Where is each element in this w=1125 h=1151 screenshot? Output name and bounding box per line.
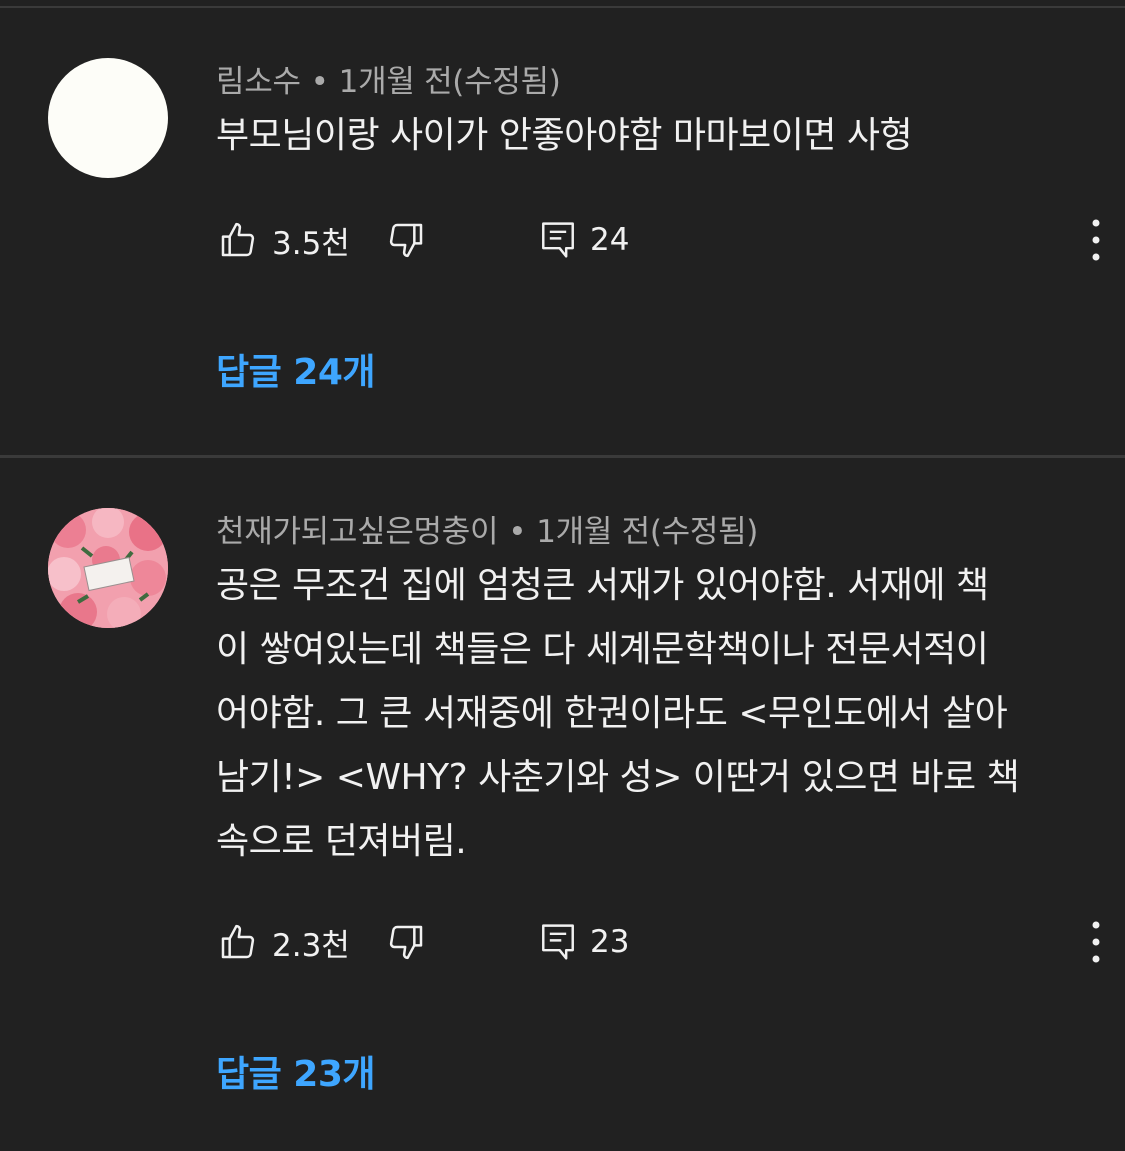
comment-text: 공은 무조건 집에 엄청큰 서재가 있어야함. 서재에 책 이 쌓여있는데 책들…	[216, 554, 1086, 874]
view-replies-button[interactable]: 답글 23개	[216, 1045, 376, 1097]
more-vert-icon[interactable]	[1086, 920, 1106, 964]
dislike-button[interactable]	[386, 914, 426, 970]
reply-button[interactable]: 23	[540, 914, 629, 970]
comment-meta: 천재가되고싶은멍충이 • 1개월 전(수정됨)	[216, 506, 758, 551]
avatar[interactable]	[48, 508, 168, 628]
comment-time[interactable]: 1개월 전(수정됨)	[536, 514, 758, 550]
author-name[interactable]: 천재가되고싶은멍충이	[216, 514, 499, 550]
comment-line: 공은 무조건 집에 엄청큰 서재가 있어야함. 서재에 책	[216, 565, 989, 606]
comment-line: 어야함. 그 큰 서재중에 한권이라도 <무인도에서 살아	[216, 693, 1008, 734]
comment-actions: 2.3천 23	[216, 914, 1100, 970]
like-button[interactable]: 2.3천	[218, 914, 350, 970]
comment-line: 속으로 던져버림.	[216, 821, 467, 862]
reply-count: 23	[590, 924, 630, 960]
thumbs-down-icon	[389, 925, 423, 960]
like-count: 2.3천	[272, 927, 350, 964]
meta-separator: •	[508, 514, 527, 550]
comment-icon	[542, 924, 574, 960]
comment-line: 남기!> <WHY? 사춘기와 성> 이딴거 있으면 바로 책	[216, 757, 1020, 798]
comment-thread: 천재가되고싶은멍충이 • 1개월 전(수정됨) 공은 무조건 집에 엄청큰 서재가 …	[0, 0, 1125, 1151]
comment-line: 이 쌓여있는데 책들은 다 세계문학책이나 전문서적이	[216, 629, 989, 670]
rose-pattern-image	[48, 508, 168, 628]
thumbs-up-icon	[221, 924, 255, 959]
